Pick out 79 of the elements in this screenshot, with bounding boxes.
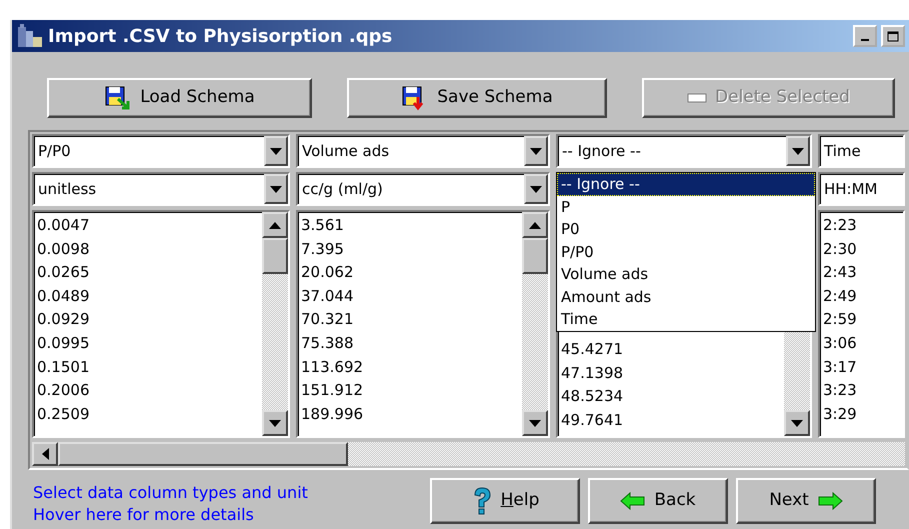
- column-type-dropdown[interactable]: Volume ads: [296, 134, 550, 168]
- help-button[interactable]: Help: [430, 478, 580, 524]
- unit-dropdown[interactable]: cc/g (ml/g): [296, 172, 550, 206]
- data-value: 113.692: [301, 356, 364, 378]
- column-type-dropdown[interactable]: Time: [818, 134, 905, 168]
- data-value: 0.0047: [37, 215, 90, 236]
- minimize-icon: [861, 39, 869, 41]
- data-value: 151.912: [301, 380, 364, 402]
- dropdown-option[interactable]: Amount ads: [557, 286, 815, 308]
- maximize-icon: [887, 30, 899, 42]
- data-value: 2:30: [823, 238, 858, 260]
- data-value: 70.321: [301, 309, 354, 330]
- unit-dropdown[interactable]: HH:MM: [818, 172, 905, 206]
- dropdown-arrow-button[interactable]: [264, 136, 288, 166]
- instruction-text: Select data column types and unit: [33, 482, 309, 504]
- scroll-left-button[interactable]: [32, 442, 58, 466]
- data-value: 0.2509: [37, 404, 90, 425]
- back-button[interactable]: Back: [588, 478, 728, 524]
- unit-dropdown[interactable]: unitless: [32, 172, 290, 206]
- right-arrow-icon: [816, 492, 843, 510]
- scroll-thumb[interactable]: [262, 238, 288, 274]
- data-value: 75.388: [301, 332, 354, 354]
- data-value: 3:29: [823, 404, 858, 425]
- scroll-up-button[interactable]: [262, 212, 288, 238]
- data-value: 0.0265: [37, 262, 90, 284]
- save-schema-button[interactable]: Save Schema: [347, 78, 607, 118]
- data-value: 0.1501: [37, 356, 90, 378]
- column-type-dropdown[interactable]: P/P0: [32, 134, 290, 168]
- vertical-scrollbar[interactable]: [262, 212, 288, 436]
- data-value: 7.395: [301, 238, 345, 260]
- scroll-thumb[interactable]: [522, 238, 548, 274]
- data-value: 37.044: [301, 286, 354, 307]
- floppy-icon: [104, 85, 132, 111]
- minus-icon: [687, 93, 708, 103]
- dropdown-arrow-button[interactable]: [264, 174, 288, 204]
- scroll-down-button[interactable]: [262, 410, 288, 436]
- window-title: Import .CSV to Physisorption .qps: [48, 24, 392, 48]
- horizontal-scrollbar[interactable]: [32, 442, 905, 466]
- dropdown-arrow-button[interactable]: [524, 174, 548, 204]
- data-value: 0.2006: [37, 380, 90, 402]
- data-value: 2:23: [823, 215, 858, 236]
- dropdown-option[interactable]: P0: [557, 218, 815, 240]
- data-value: 3:23: [823, 380, 858, 402]
- dropdown-option[interactable]: -- Ignore --: [557, 173, 815, 196]
- data-value: 3.561: [301, 215, 345, 236]
- vertical-scrollbar[interactable]: [522, 212, 548, 436]
- left-arrow-icon: [620, 492, 646, 510]
- data-value: 45.4271: [561, 339, 624, 360]
- scroll-up-button[interactable]: [522, 212, 548, 238]
- data-value: 3:06: [823, 332, 858, 354]
- dropdown-option[interactable]: Volume ads: [557, 263, 815, 286]
- dropdown-option[interactable]: P: [557, 196, 815, 218]
- dropdown-option[interactable]: Time: [557, 308, 815, 330]
- maximize-button[interactable]: [881, 25, 905, 47]
- scroll-down-button[interactable]: [784, 410, 810, 436]
- data-value: 3:17: [823, 356, 858, 378]
- data-value: 49.7641: [561, 410, 624, 431]
- dropdown-arrow-button[interactable]: [524, 136, 548, 166]
- data-value: 48.5234: [561, 386, 624, 408]
- data-value: 0.0929: [37, 309, 90, 330]
- dropdown-arrow-button[interactable]: [786, 136, 810, 166]
- load-schema-button[interactable]: Load Schema: [47, 78, 312, 118]
- dropdown-option[interactable]: P/P0: [557, 240, 815, 263]
- data-value: 0.0489: [37, 286, 90, 307]
- data-value: 20.062: [301, 262, 354, 284]
- next-button[interactable]: Next: [736, 478, 876, 524]
- data-value: 0.0995: [37, 332, 90, 354]
- buildings-icon: [16, 23, 44, 49]
- scroll-down-button[interactable]: [522, 410, 548, 436]
- data-value: 2:43: [823, 262, 858, 284]
- minimize-button[interactable]: [853, 25, 877, 47]
- data-value: 189.996: [301, 404, 364, 425]
- column-type-dropdown[interactable]: -- Ignore --: [556, 134, 812, 168]
- data-value: 2:59: [823, 309, 858, 330]
- data-value: 47.1398: [561, 362, 624, 384]
- data-value: 2:49: [823, 286, 858, 307]
- data-value: 0.0098: [37, 238, 90, 260]
- details-link[interactable]: Hover here for more details: [33, 504, 430, 526]
- scroll-thumb[interactable]: [58, 442, 348, 466]
